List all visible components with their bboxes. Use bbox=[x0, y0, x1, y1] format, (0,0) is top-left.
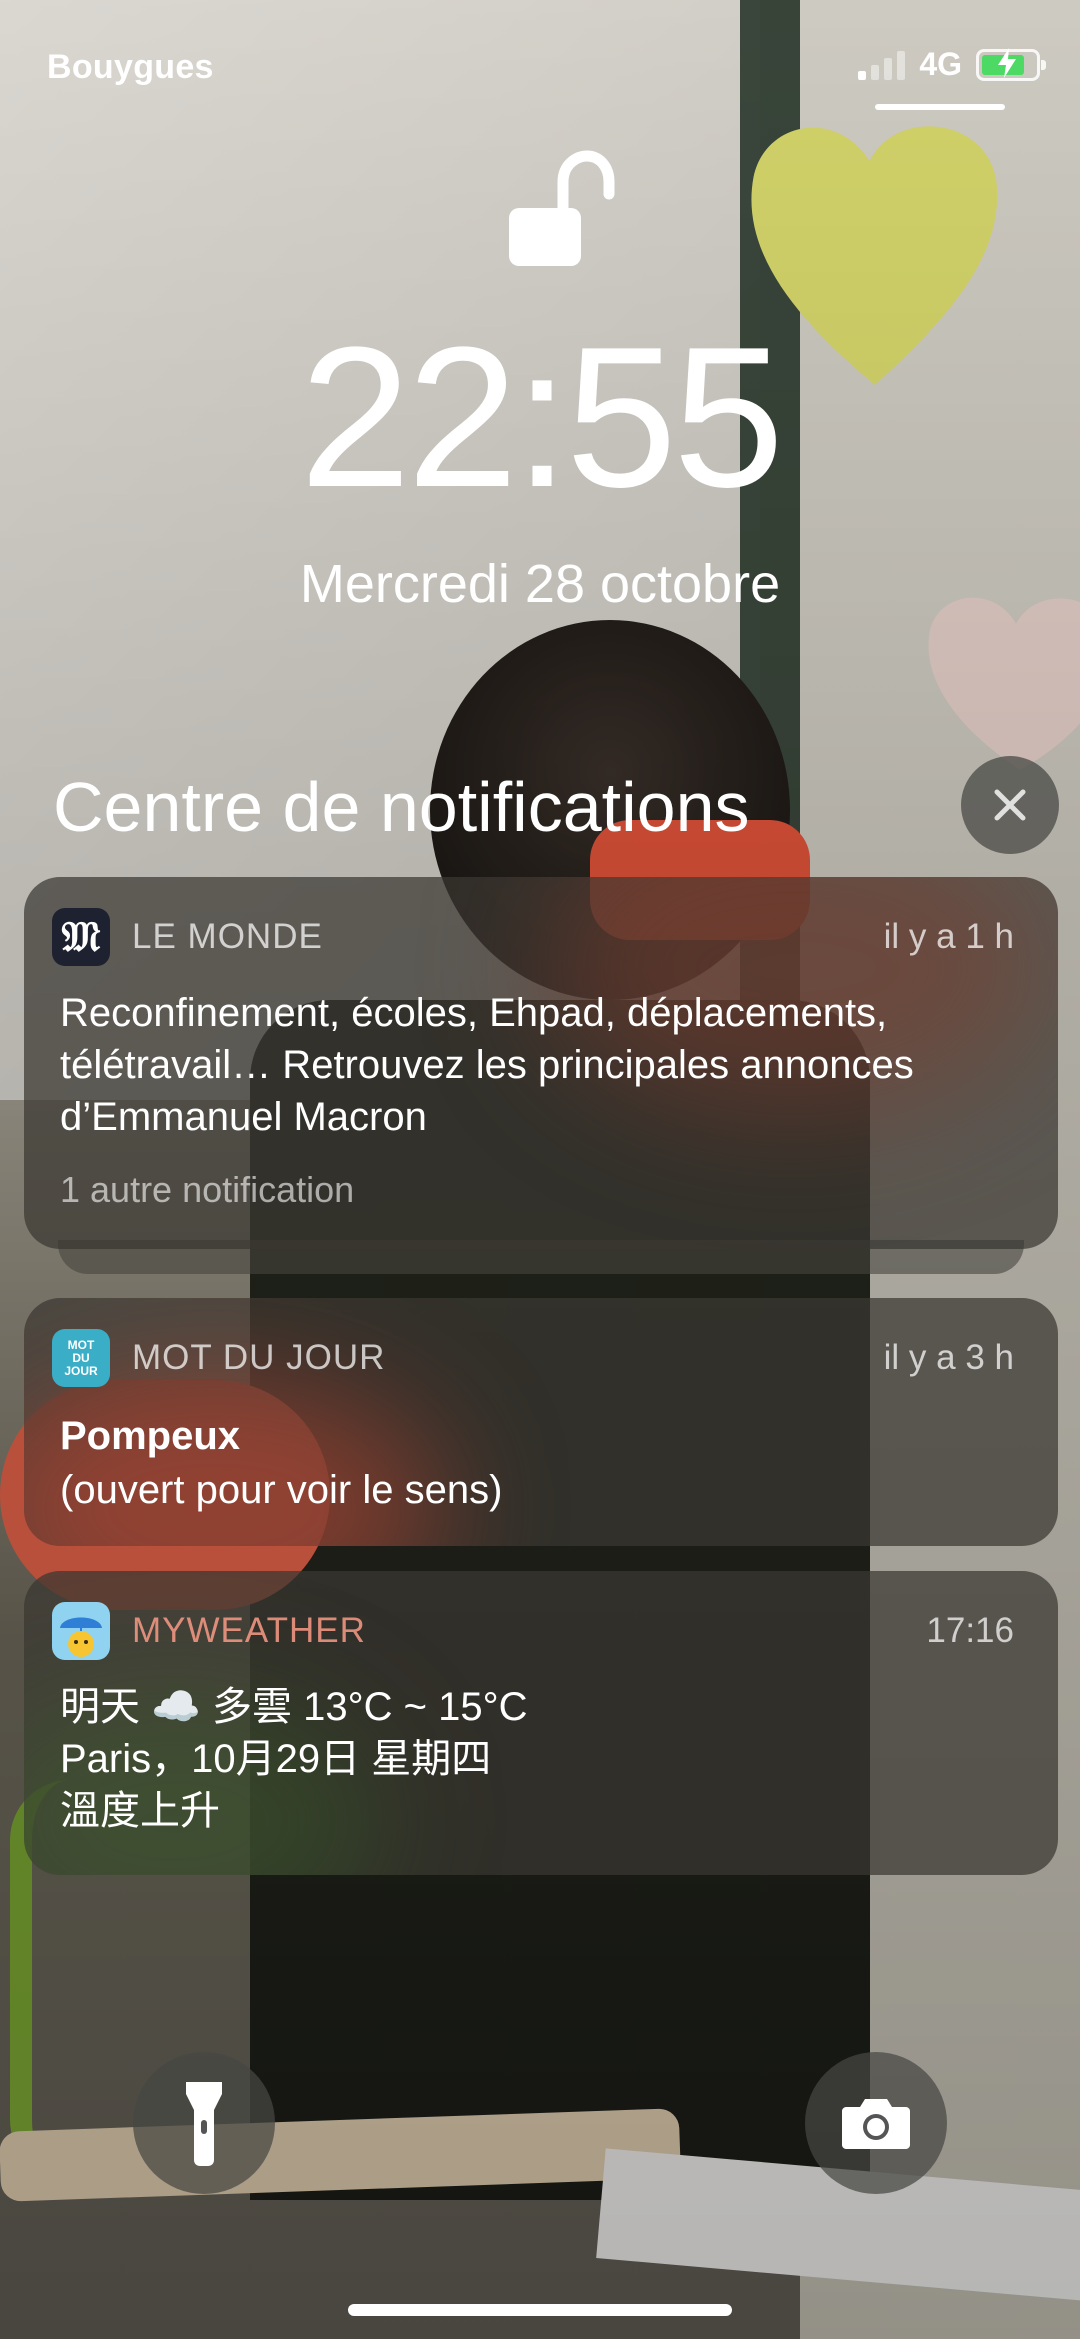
weather-forecast-line: 明天 ☁️ 多雲 13°C ~ 15°C bbox=[60, 1685, 528, 1729]
lock-screen-time: 22:55 bbox=[299, 306, 785, 529]
notification-body: (ouvert pour voir le sens) bbox=[60, 1468, 503, 1512]
camera-icon bbox=[842, 2099, 910, 2149]
notification-title: Pompeux bbox=[60, 1414, 241, 1458]
network-type: 4G bbox=[919, 46, 962, 82]
home-indicator[interactable] bbox=[348, 2304, 732, 2316]
signal-strength-icon bbox=[858, 50, 906, 80]
clear-notifications-button[interactable] bbox=[961, 756, 1059, 854]
notification-app-name: MOT DU JOUR bbox=[132, 1338, 386, 1377]
le-monde-icon: 𝔐 bbox=[52, 908, 110, 966]
notification-app-name: MYWEATHER bbox=[132, 1611, 366, 1650]
weather-trend: 溫度上升 bbox=[60, 1789, 220, 1833]
weather-location-date: Paris，10月29日 星期四 bbox=[60, 1737, 492, 1781]
mot-du-jour-icon: MOT DU JOUR bbox=[52, 1329, 110, 1387]
control-center-indicator[interactable] bbox=[875, 104, 1005, 110]
battery-icon bbox=[976, 47, 1046, 81]
notification-app-name: LE MONDE bbox=[132, 917, 323, 956]
myweather-icon bbox=[52, 1602, 110, 1660]
lock-screen-date: Mercredi 28 octobre bbox=[299, 554, 781, 614]
notification-time: il y a 3 h bbox=[883, 1338, 1014, 1377]
notification-more-count: 1 autre notification bbox=[60, 1169, 355, 1210]
notification-body: Reconfinement, écoles, Ehpad, déplacemen… bbox=[60, 991, 914, 1139]
status-indicators: 4G bbox=[858, 46, 1046, 83]
notification-mot-du-jour[interactable]: MOT DU JOUR MOT DU JOUR il y a 3 h Pompe… bbox=[24, 1298, 1058, 1546]
notification-time: il y a 1 h bbox=[883, 917, 1014, 956]
charging-bolt-icon bbox=[998, 47, 1016, 78]
notification-myweather[interactable]: MYWEATHER 17:16 明天 ☁️ 多雲 13°C ~ 15°C Par… bbox=[24, 1571, 1058, 1875]
notification-le-monde[interactable]: 𝔐 LE MONDE il y a 1 h Reconfinement, éco… bbox=[24, 877, 1058, 1249]
close-icon bbox=[994, 789, 1026, 821]
unlocked-padlock-icon bbox=[509, 150, 615, 266]
carrier-name: Bouygues bbox=[47, 48, 214, 86]
flashlight-button[interactable] bbox=[133, 2052, 275, 2194]
notification-center-title: Centre de notifications bbox=[53, 768, 750, 846]
camera-button[interactable] bbox=[805, 2052, 947, 2194]
notification-time: 17:16 bbox=[926, 1611, 1014, 1650]
flashlight-icon bbox=[186, 2082, 222, 2166]
